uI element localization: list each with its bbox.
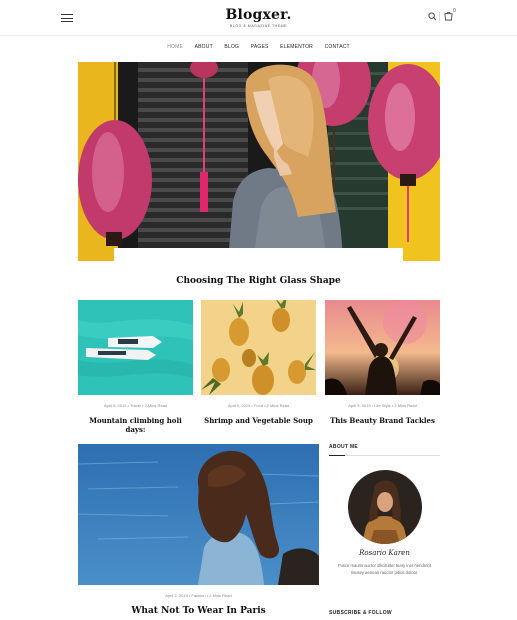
featured-post-title[interactable]: What Not To Wear In Paris (78, 606, 319, 616)
post-card[interactable]: April 5, 2019 • Food • 2 Mins Read Shrim… (201, 300, 316, 425)
post-image-boats[interactable] (78, 300, 193, 395)
site-header: Blogxer. BLOG & MAGAZINE THEME 0 (0, 0, 517, 36)
author-signature: Rosario Karen (359, 549, 410, 557)
hero-image[interactable] (78, 62, 440, 261)
nav-item-home[interactable]: HOME (167, 44, 183, 50)
post-card[interactable]: April 5, 2019 • Travel • 2 Mins Read Mou… (78, 300, 193, 434)
featured-post[interactable]: April 2, 2019 • Fashion • 2 Mins Read Wh… (78, 444, 319, 616)
logo-tagline: BLOG & MAGAZINE THEME (229, 24, 288, 28)
post-meta: April 5, 2019 • Food • 2 Mins Read (227, 403, 290, 408)
post-title[interactable]: Shrimp and Vegetable Soup (201, 416, 316, 425)
nav-item-blog[interactable]: BLOG (224, 44, 239, 50)
nav-item-contact[interactable]: CONTACT (325, 44, 350, 50)
nav-item-about[interactable]: ABOUT (195, 44, 213, 50)
sidebar: ABOUT ME Rosario Karen Fusce mauris auct… (329, 444, 440, 576)
nav-item-pages[interactable]: PAGES (251, 44, 269, 50)
header-divider (439, 12, 440, 21)
featured-post-image[interactable] (78, 444, 319, 585)
cart-count-badge: 0 (453, 8, 456, 14)
about-text: Fusce mauris auctor ollicituder teary in… (337, 563, 432, 575)
post-meta: April 5, 2019 • Travel • 2 Mins Read (103, 403, 168, 408)
post-meta: April 5, 2019 • Life Style • 2 Mins Read (348, 403, 417, 408)
hero-post-title[interactable]: Choosing The Right Glass Shape (0, 276, 517, 286)
post-title[interactable]: Mountain climbing holi days: (78, 416, 193, 434)
post-meta: April 2, 2019 • Fashion • 2 Mins Read (165, 593, 232, 598)
avatar[interactable] (347, 470, 422, 544)
about-me-heading: ABOUT ME (329, 444, 440, 456)
post-title[interactable]: This Beauty Brand Tackles (325, 416, 440, 425)
main-nav: HOME ABOUT BLOG PAGES ELEMENTOR CONTACT (0, 44, 517, 50)
hero-caption-box (114, 248, 403, 298)
nav-item-elementor[interactable]: ELEMENTOR (280, 44, 313, 50)
post-image-pineapples[interactable] (201, 300, 316, 395)
post-card[interactable]: April 5, 2019 • Life Style • 2 Mins Read… (325, 300, 440, 425)
post-image-festival[interactable] (325, 300, 440, 395)
subscribe-heading: SUBSCRIBE & FOLLOW (329, 610, 392, 616)
search-icon[interactable] (428, 12, 437, 21)
cart-icon[interactable] (444, 11, 453, 21)
